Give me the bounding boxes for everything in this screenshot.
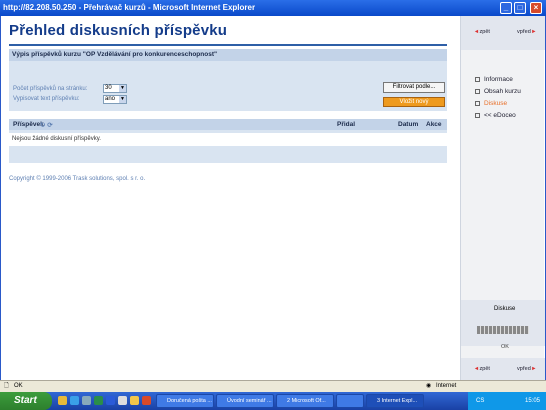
window-title-bar: http://82.208.50.250 - Přehrávač kurzů -… bbox=[0, 0, 546, 16]
app-icon[interactable] bbox=[94, 396, 103, 405]
column-header-action: Akce bbox=[426, 121, 442, 128]
listing-header: Výpis příspěvků kurzu "OP Vzdělávání pro… bbox=[9, 49, 447, 61]
back-button-bottom[interactable]: ◂ zpět bbox=[475, 365, 490, 372]
listing-options-panel: Výpis příspěvků kurzu "OP Vzdělávání pro… bbox=[9, 49, 447, 111]
chevron-down-icon: ▼ bbox=[119, 85, 126, 92]
posts-table: Příspěvek ↻ ⟳ Přidal Datum Akce Nejsou ž… bbox=[9, 119, 447, 163]
word-icon[interactable] bbox=[106, 396, 115, 405]
course-sidebar: ◂ zpět vpřed ▸ Informace Obsah kurzu Dis… bbox=[460, 16, 545, 380]
taskbar-item[interactable]: 2 Microsoft Of... bbox=[276, 394, 334, 408]
app-icon[interactable] bbox=[118, 396, 127, 405]
bottom-nav-row: ◂ zpět vpřed ▸ bbox=[461, 358, 545, 380]
language-indicator[interactable]: CS bbox=[476, 392, 484, 410]
system-tray: CS 15:05 bbox=[468, 392, 546, 410]
page-title: Přehled diskusních příspěvku bbox=[9, 22, 228, 39]
clock: 15:05 bbox=[524, 398, 540, 404]
square-bullet-icon bbox=[475, 112, 480, 118]
title-divider bbox=[9, 44, 447, 46]
column-header-author[interactable]: Přidal bbox=[337, 121, 355, 128]
outlook-icon[interactable] bbox=[130, 396, 139, 405]
show-text-label: Vypisovat text příspěvku: bbox=[13, 96, 80, 102]
chevron-down-icon: ▼ bbox=[119, 96, 126, 103]
progress-status: OK bbox=[501, 344, 509, 350]
copyright-text: Copyright © 1999-2006 Trask solutions, s… bbox=[9, 176, 146, 182]
menu-item-diskuse[interactable]: Diskuse bbox=[475, 100, 507, 107]
column-header-date[interactable]: Datum bbox=[398, 121, 418, 128]
empty-table-message: Nejsou žádné diskusní příspěvky. bbox=[9, 133, 447, 146]
forward-button-bottom[interactable]: vpřed ▸ bbox=[517, 365, 535, 372]
show-text-value: ano bbox=[105, 96, 116, 102]
refresh-icon[interactable]: ↻ ⟳ bbox=[40, 121, 53, 129]
per-page-label: Počet příspěvků na stránku: bbox=[13, 86, 88, 92]
square-bullet-icon bbox=[475, 100, 480, 106]
status-text: OK bbox=[14, 383, 23, 389]
square-bullet-icon bbox=[475, 76, 480, 82]
menu-item-informace[interactable]: Informace bbox=[475, 76, 513, 83]
maximize-button[interactable]: □ bbox=[514, 2, 526, 14]
table-header: Příspěvek ↻ ⟳ Přidal Datum Akce bbox=[9, 119, 447, 130]
zone-text: Internet bbox=[436, 383, 457, 389]
close-button[interactable]: × bbox=[530, 2, 542, 14]
filter-button[interactable]: Filtrovat podle... bbox=[383, 82, 445, 93]
desktop-icon[interactable] bbox=[82, 396, 91, 405]
taskbar-item[interactable]: Úvodní seminář ... bbox=[216, 394, 274, 408]
per-page-select[interactable]: 30 ▼ bbox=[103, 84, 127, 93]
back-button[interactable]: ◂ zpět bbox=[475, 28, 490, 35]
explorer-icon[interactable] bbox=[58, 396, 67, 405]
page-icon: 🗋 bbox=[4, 383, 9, 389]
minimize-button[interactable]: _ bbox=[500, 2, 512, 14]
progress-bar bbox=[477, 326, 529, 334]
start-button[interactable]: Start bbox=[0, 392, 52, 410]
globe-icon: ◉ bbox=[426, 383, 432, 389]
windows-taskbar: Start Doručená pošta ... Úvodní seminář … bbox=[0, 392, 546, 410]
taskbar-item[interactable] bbox=[336, 394, 364, 408]
show-text-select[interactable]: ano ▼ bbox=[103, 95, 127, 104]
taskbar-item[interactable]: Doručená pošta ... bbox=[156, 394, 214, 408]
top-nav-row: ◂ zpět vpřed ▸ bbox=[461, 16, 545, 50]
app-icon[interactable] bbox=[142, 396, 151, 405]
menu-item-obsah[interactable]: Obsah kurzu bbox=[475, 88, 521, 95]
forward-button[interactable]: vpřed ▸ bbox=[517, 28, 535, 35]
window-title: http://82.208.50.250 - Přehrávač kurzů -… bbox=[3, 3, 256, 12]
square-bullet-icon bbox=[475, 88, 480, 94]
main-content: Přehled diskusních příspěvku Výpis přísp… bbox=[2, 16, 460, 380]
menu-item-edoceo[interactable]: << eDoceo bbox=[475, 112, 516, 119]
per-page-value: 30 bbox=[105, 85, 112, 91]
new-post-button[interactable]: Vložit nový bbox=[383, 97, 445, 107]
section-label: Diskuse bbox=[494, 306, 516, 312]
browser-icon[interactable] bbox=[70, 396, 79, 405]
browser-status-bar: 🗋 OK ◉ Internet bbox=[0, 380, 546, 392]
taskbar-item-active[interactable]: 3 Internet Expl... bbox=[366, 394, 424, 408]
